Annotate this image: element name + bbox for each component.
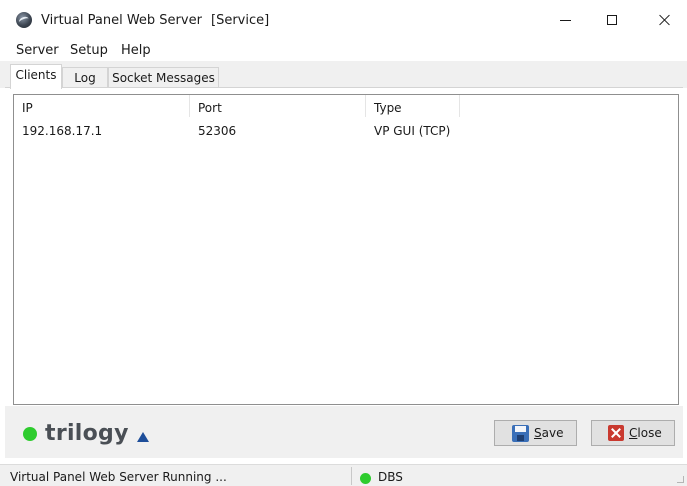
db-status-icon [360, 473, 371, 484]
tab-clients[interactable]: Clients [10, 64, 62, 89]
resize-grip-icon[interactable] [677, 476, 684, 483]
maximize-icon [607, 15, 617, 25]
tab-log[interactable]: Log [62, 67, 108, 87]
status-divider [351, 467, 352, 485]
column-header-type[interactable]: Type [366, 95, 460, 117]
window-title-suffix: [Service] [211, 13, 270, 28]
window-close-button[interactable] [645, 6, 685, 34]
menu-setup[interactable]: Setup [70, 43, 108, 58]
table-row[interactable]: 192.168.17.1 52306 VP GUI (TCP) [14, 124, 678, 142]
menu-server[interactable]: Server [16, 43, 59, 58]
clients-list[interactable]: IP Port Type 192.168.17.1 52306 VP GUI (… [13, 94, 679, 405]
status-message: Virtual Panel Web Server Running ... [10, 470, 227, 484]
logo-text: trilogy [45, 421, 129, 446]
floppy-disk-icon [512, 424, 529, 442]
tab-socket-messages[interactable]: Socket Messages [108, 67, 219, 87]
status-bar: Virtual Panel Web Server Running ... DBS [0, 464, 687, 486]
window-title: Virtual Panel Web Server [41, 13, 202, 28]
cell-type: VP GUI (TCP) [374, 124, 451, 138]
minimize-icon [559, 19, 571, 21]
menu-bar: Server Setup Help [0, 41, 687, 61]
tab-strip: Clients Log Socket Messages [0, 61, 687, 89]
column-header-ip[interactable]: IP [14, 95, 190, 117]
column-header-port[interactable]: Port [190, 95, 366, 117]
db-status-label: DBS [378, 470, 403, 484]
cell-port: 52306 [198, 124, 237, 138]
clients-panel: IP Port Type 192.168.17.1 52306 VP GUI (… [5, 87, 683, 454]
save-label: ave [541, 426, 564, 440]
close-button[interactable]: Close [591, 420, 675, 446]
close-icon [659, 14, 671, 26]
red-x-icon [608, 425, 624, 441]
logo-triangle-icon [137, 432, 149, 442]
menu-help[interactable]: Help [121, 43, 151, 58]
app-globe-icon [16, 12, 32, 28]
close-label: lose [637, 426, 662, 440]
minimize-button[interactable] [545, 6, 585, 34]
close-accel: C [629, 426, 638, 440]
save-button[interactable]: Save [494, 420, 577, 446]
status-dot-icon [23, 427, 37, 441]
title-bar: Virtual Panel Web Server [Service] [0, 0, 687, 40]
cell-ip: 192.168.17.1 [22, 124, 103, 138]
save-accel: S [534, 426, 542, 440]
footer-bar: trilogy Save Close [5, 406, 683, 458]
maximize-button[interactable] [592, 6, 632, 34]
